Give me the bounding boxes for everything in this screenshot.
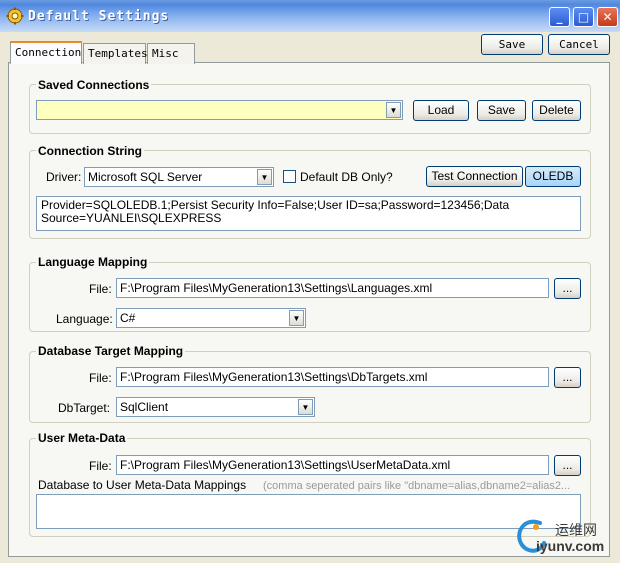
language-mapping-title: Language Mapping <box>36 255 150 269</box>
test-connection-button[interactable]: Test Connection <box>426 166 523 187</box>
language-combo[interactable]: C# ▼ <box>116 308 306 328</box>
app-gear-icon[interactable] <box>6 7 24 25</box>
load-connection-button[interactable]: Load <box>413 100 469 121</box>
default-db-only-checkbox[interactable] <box>283 170 296 183</box>
language-file-browse-button[interactable]: ... <box>554 278 581 299</box>
mappings-label: Database to User Meta-Data Mappings <box>38 478 247 492</box>
language-label: Language: <box>56 312 113 326</box>
mappings-textbox[interactable] <box>36 494 581 529</box>
user-meta-data-title: User Meta-Data <box>36 431 128 445</box>
save-button[interactable]: Save <box>481 34 543 55</box>
delete-connection-button[interactable]: Delete <box>532 100 581 121</box>
user-meta-file-input[interactable]: F:\Program Files\MyGeneration13\Settings… <box>116 455 549 475</box>
dbtarget-file-browse-button[interactable]: ... <box>554 367 581 388</box>
watermark-cn: 运维网 <box>555 522 597 538</box>
dropdown-arrow-icon[interactable]: ▼ <box>298 399 313 415</box>
oledb-button[interactable]: OLEDB <box>525 166 581 187</box>
driver-combo[interactable]: Microsoft SQL Server ▼ <box>84 167 274 187</box>
default-db-only-label: Default DB Only? <box>300 170 393 184</box>
dbtarget-combo[interactable]: SqlClient ▼ <box>116 397 315 417</box>
dropdown-arrow-icon[interactable]: ▼ <box>257 169 272 185</box>
maximize-icon: □ <box>577 10 590 24</box>
dropdown-arrow-icon[interactable]: ▼ <box>289 310 304 326</box>
language-file-input[interactable]: F:\Program Files\MyGeneration13\Settings… <box>116 278 549 298</box>
maximize-button[interactable]: □ <box>573 7 594 27</box>
tab-connection[interactable]: Connection <box>10 41 82 64</box>
tab-templates[interactable]: Templates <box>83 43 148 64</box>
connection-string-title: Connection String <box>36 144 144 158</box>
mappings-hint: (comma seperated pairs like "dbname=alia… <box>263 480 571 492</box>
dbtarget-file-input[interactable]: F:\Program Files\MyGeneration13\Settings… <box>116 367 549 387</box>
close-button[interactable]: ✕ <box>597 7 618 27</box>
dbtarget-value: SqlClient <box>120 400 169 414</box>
user-meta-file-label: File: <box>89 459 112 473</box>
window-title: Default Settings <box>28 9 170 24</box>
saved-connections-combo[interactable]: ▼ <box>36 100 403 120</box>
tab-misc[interactable]: Misc <box>147 43 195 64</box>
minimize-button[interactable]: _ <box>549 7 570 27</box>
db-target-mapping-title: Database Target Mapping <box>36 344 186 358</box>
minimize-icon: _ <box>556 10 563 24</box>
save-connection-button[interactable]: Save <box>477 100 526 121</box>
dbtarget-label: DbTarget: <box>58 401 111 415</box>
dbtarget-file-label: File: <box>89 371 112 385</box>
title-bar[interactable]: Default Settings _ □ ✕ <box>0 0 620 32</box>
cancel-button[interactable]: Cancel <box>548 34 610 55</box>
saved-connections-title: Saved Connections <box>36 78 152 92</box>
user-meta-file-browse-button[interactable]: ... <box>554 455 581 476</box>
driver-value: Microsoft SQL Server <box>88 170 203 184</box>
language-value: C# <box>120 311 136 325</box>
connection-string-textbox[interactable]: Provider=SQLOLEDB.1;Persist Security Inf… <box>36 196 581 231</box>
dropdown-arrow-icon[interactable]: ▼ <box>386 102 401 118</box>
watermark-url: iyunv.com <box>536 538 605 554</box>
driver-label: Driver: <box>46 170 82 184</box>
close-icon: ✕ <box>602 10 613 24</box>
language-file-label: File: <box>89 282 112 296</box>
